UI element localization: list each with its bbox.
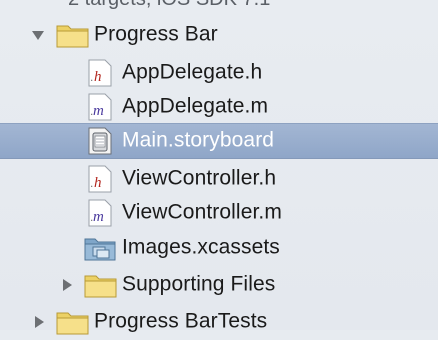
file-row-appdelegate-h[interactable]: h . AppDelegate.h <box>0 55 438 91</box>
svg-text:m: m <box>93 209 104 225</box>
implementation-file-icon: m . <box>88 199 112 227</box>
svg-text:h: h <box>94 175 102 191</box>
asset-catalog-icon <box>84 238 116 261</box>
disclosure-expanded-icon[interactable] <box>31 28 45 42</box>
implementation-file-icon: m . <box>88 93 112 121</box>
svg-text:h: h <box>94 69 102 85</box>
file-label: Main.storyboard <box>122 128 275 152</box>
folder-icon <box>56 312 89 335</box>
file-label: Images.xcassets <box>122 235 280 259</box>
file-row-viewcontroller-m[interactable]: m . ViewController.m <box>0 195 438 231</box>
folder-icon <box>84 275 117 298</box>
file-label: AppDelegate.m <box>122 94 269 118</box>
file-row-main-storyboard-selected[interactable]: Main.storyboard <box>0 123 438 159</box>
file-label: ViewController.m <box>122 200 282 224</box>
file-row-images-xcassets[interactable]: Images.xcassets <box>0 230 438 266</box>
svg-text:.: . <box>90 70 93 84</box>
group-progress-bar-tests[interactable]: Progress BarTests <box>0 304 438 340</box>
svg-text:.: . <box>90 210 93 224</box>
disclosure-collapsed-icon[interactable] <box>32 315 46 329</box>
group-supporting-files[interactable]: Supporting Files <box>0 267 438 303</box>
header-file-icon: h . <box>88 165 112 193</box>
project-summary: 2 targets, iOS SDK 7.1 <box>68 0 270 11</box>
header-file-icon: h . <box>88 59 112 87</box>
file-row-appdelegate-m[interactable]: m . AppDelegate.m <box>0 89 438 125</box>
svg-text:.: . <box>90 104 93 118</box>
svg-text:m: m <box>93 103 104 119</box>
folder-icon <box>56 25 89 48</box>
group-label: Supporting Files <box>122 272 276 296</box>
file-label: AppDelegate.h <box>122 60 263 84</box>
file-row-viewcontroller-h[interactable]: h . ViewController.h <box>0 161 438 197</box>
project-navigator: 2 targets, iOS SDK 7.1 Progress Bar h . … <box>0 0 438 335</box>
group-label: Progress Bar <box>94 22 218 46</box>
disclosure-collapsed-icon[interactable] <box>60 278 74 292</box>
group-progress-bar[interactable]: Progress Bar <box>0 17 438 53</box>
storyboard-file-icon <box>88 127 112 155</box>
file-label: ViewController.h <box>122 166 277 190</box>
svg-text:.: . <box>90 176 93 190</box>
